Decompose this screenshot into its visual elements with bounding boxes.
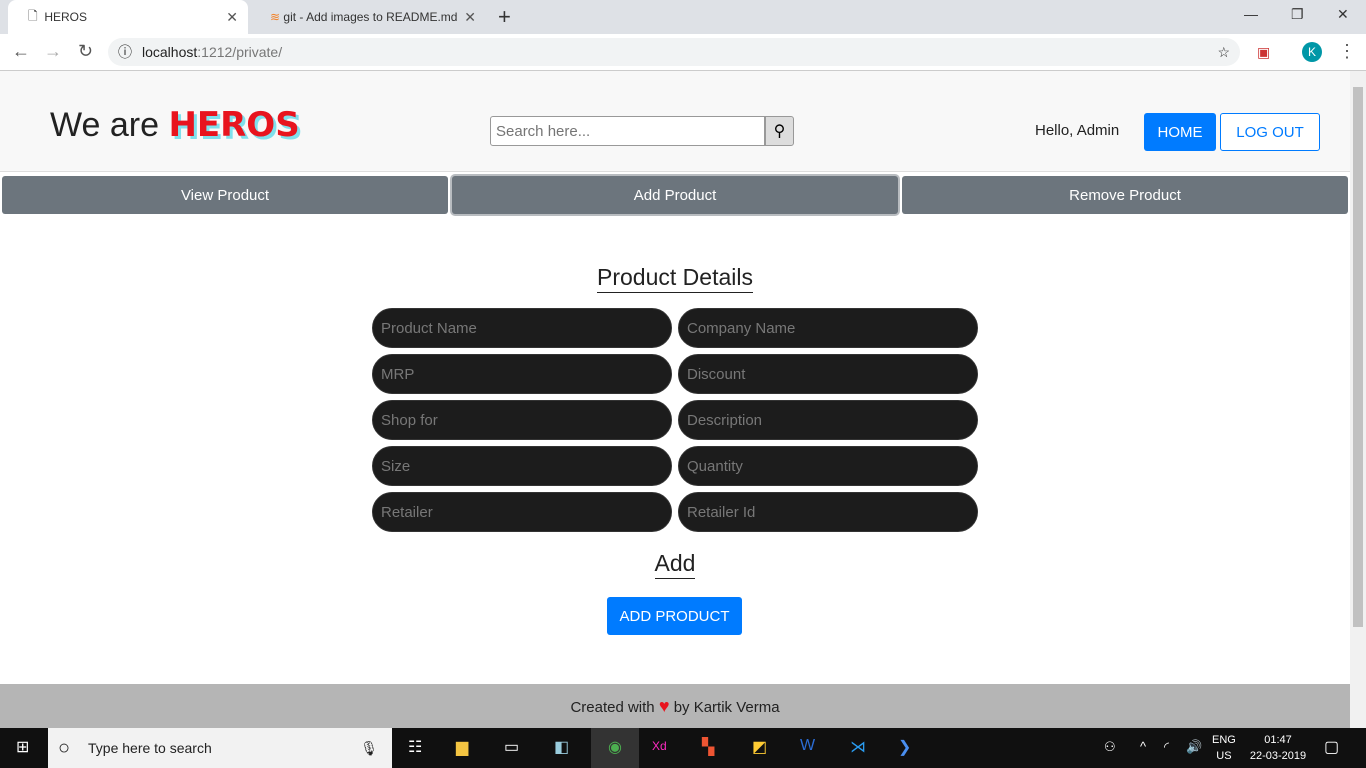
scrollbar[interactable] xyxy=(1350,71,1366,728)
taskbar-search[interactable]: ○ Type here to search 🎙 xyxy=(48,728,392,768)
page-icon: 🗋 xyxy=(28,8,45,23)
window-close-button[interactable]: ✕ xyxy=(1337,6,1349,23)
brand-logo: We are HEROS xyxy=(50,105,300,145)
clock[interactable]: 01:47 22-03-2019 xyxy=(1246,732,1310,764)
view-product-button[interactable]: View Product xyxy=(2,176,448,214)
home-button[interactable]: HOME xyxy=(1144,113,1216,151)
greeting: Hello, Admin xyxy=(1035,122,1120,139)
close-icon[interactable]: ✕ xyxy=(226,9,238,26)
stackoverflow-icon: ≋ xyxy=(270,10,284,24)
windows-start-icon[interactable]: ⊞ xyxy=(16,737,29,757)
search-bar: ⚲ xyxy=(490,116,794,146)
mrp-input[interactable] xyxy=(372,354,672,394)
search-input[interactable] xyxy=(490,116,765,146)
tab-bar: 🗋 HEROS ✕ ≋ git - Add images to README.md… xyxy=(0,0,1366,34)
add-product-button[interactable]: ADD PRODUCT xyxy=(607,597,742,635)
adobe-xd-icon[interactable]: Xd xyxy=(652,739,667,753)
search-button[interactable]: ⚲ xyxy=(765,116,794,146)
app-icon[interactable]: ◧ xyxy=(554,737,569,757)
address-bar[interactable]: ⓘ localhost:1212/private/☆ xyxy=(108,38,1240,66)
add-heading: Add xyxy=(0,550,1350,579)
back-icon[interactable]: ← xyxy=(12,41,30,62)
menu-icon[interactable]: ⋮ xyxy=(1338,41,1356,62)
file-explorer-icon[interactable]: ▆ xyxy=(456,737,468,757)
quantity-input[interactable] xyxy=(678,446,978,486)
logout-button[interactable]: LOG OUT xyxy=(1220,113,1320,151)
close-icon[interactable]: ✕ xyxy=(464,9,476,26)
product-menu: View Product Add Product Remove Product xyxy=(2,176,1348,214)
add-product-tab[interactable]: Add Product xyxy=(452,176,898,214)
taskbar: ⊞ ○ Type here to search 🎙 ☷ ▆ ▭ ◧ ◉ Xd ▚ ◩… xyxy=(0,728,1366,768)
new-tab-button[interactable]: + xyxy=(498,4,511,30)
volume-icon[interactable]: 🔊 xyxy=(1186,739,1202,755)
powershell-icon[interactable]: ❯ xyxy=(898,737,911,757)
notification-icon[interactable]: ▢ xyxy=(1324,737,1339,757)
minimize-button[interactable]: — xyxy=(1244,6,1258,22)
people-icon[interactable]: ⚇ xyxy=(1104,739,1116,755)
office-app-icon[interactable]: ▚ xyxy=(702,737,714,757)
shop-for-input[interactable] xyxy=(372,400,672,440)
word-icon[interactable]: W xyxy=(800,737,815,755)
browser-toolbar: ← → ↻ ⓘ localhost:1212/private/☆ ▣ K ⋮ xyxy=(0,34,1366,71)
star-icon[interactable]: ☆ xyxy=(1217,44,1230,61)
site-footer: Created with ♥ by Kartik Verma xyxy=(0,684,1350,728)
python-icon[interactable]: ◩ xyxy=(752,737,767,757)
microphone-icon[interactable]: 🎙 xyxy=(360,740,378,757)
terminal-icon[interactable]: ▭ xyxy=(504,737,519,757)
task-view-icon[interactable]: ☷ xyxy=(408,737,422,757)
tray-chevron-icon[interactable]: ^ xyxy=(1140,739,1146,754)
vscode-icon[interactable]: ⋊ xyxy=(850,737,866,757)
forward-icon[interactable]: → xyxy=(44,41,62,62)
retailer-input[interactable] xyxy=(372,492,672,532)
heart-icon: ♥ xyxy=(658,696,670,716)
company-name-input[interactable] xyxy=(678,308,978,348)
description-input[interactable] xyxy=(678,400,978,440)
discount-input[interactable] xyxy=(678,354,978,394)
form-title: Product Details xyxy=(0,264,1350,293)
size-input[interactable] xyxy=(372,446,672,486)
info-icon: ⓘ xyxy=(118,44,132,60)
retailer-id-input[interactable] xyxy=(678,492,978,532)
wifi-icon[interactable]: ◜ xyxy=(1164,739,1169,755)
reload-icon[interactable]: ↻ xyxy=(78,41,93,62)
language-indicator[interactable]: ENG US xyxy=(1212,732,1236,764)
tab-heros[interactable]: 🗋 HEROS ✕ xyxy=(8,0,248,34)
chrome-icon[interactable]: ◉ xyxy=(591,728,639,768)
tab-git[interactable]: ≋ git - Add images to README.md ✕ xyxy=(250,0,486,34)
product-name-input[interactable] xyxy=(372,308,672,348)
remove-product-button[interactable]: Remove Product xyxy=(902,176,1348,214)
restore-button[interactable]: ❐ xyxy=(1291,6,1304,23)
cortana-icon: ○ xyxy=(58,736,71,759)
pdf-extension-icon[interactable]: ▣ xyxy=(1257,44,1270,61)
product-form xyxy=(372,308,978,532)
search-icon: ⚲ xyxy=(773,123,786,140)
page: We are HEROS ⚲ Hello, Admin HOME LOG OUT… xyxy=(0,71,1350,728)
site-header: We are HEROS ⚲ Hello, Admin HOME LOG OUT xyxy=(0,71,1350,172)
scrollbar-thumb[interactable] xyxy=(1353,87,1363,627)
profile-avatar[interactable]: K xyxy=(1302,42,1322,62)
